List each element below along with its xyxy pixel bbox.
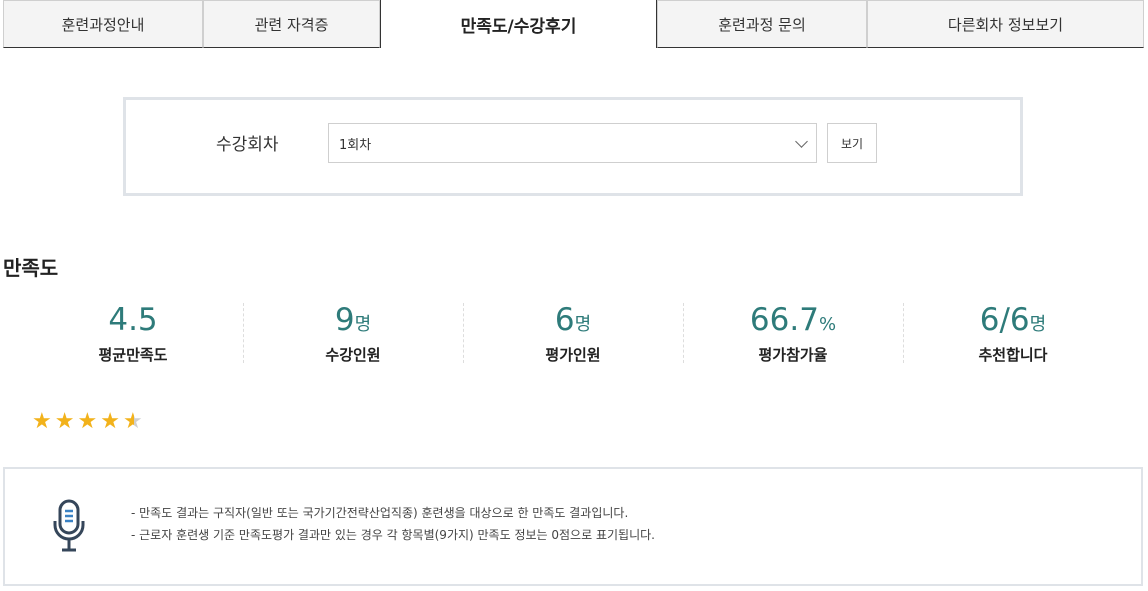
session-filter-label: 수강회차 bbox=[216, 135, 279, 155]
tab-satisfaction-reviews[interactable]: 만족도/수강후기 bbox=[380, 0, 657, 48]
section-title: 만족도 bbox=[3, 256, 59, 280]
stat-value: 4.5 bbox=[108, 302, 158, 338]
stat-unit: 명 bbox=[1029, 314, 1047, 335]
stat-participation-rate: 66.7% 평가참가율 bbox=[683, 300, 903, 370]
session-select[interactable]: 1회차 bbox=[328, 123, 817, 163]
star-full-icon: ★ bbox=[32, 409, 52, 434]
notice-line: - 근로자 훈련생 기준 만족도평가 결과만 있는 경우 각 항목별(9가지) … bbox=[131, 528, 655, 542]
star-half-icon: ★ bbox=[122, 409, 143, 434]
notice-text: - 만족도 결과는 구직자(일반 또는 국가기간전략산업직종) 훈련생을 대상으… bbox=[131, 502, 655, 546]
stat-value: 9 bbox=[334, 302, 355, 338]
tab-course-inquiry[interactable]: 훈련과정 문의 bbox=[657, 0, 867, 48]
star-rating: ★ ★ ★ ★ ★ bbox=[32, 411, 143, 433]
chevron-down-icon bbox=[795, 135, 808, 148]
stat-unit: 명 bbox=[354, 314, 372, 335]
session-filter-panel: 수강회차 1회차 보기 bbox=[123, 97, 1023, 196]
view-button[interactable]: 보기 bbox=[827, 123, 877, 163]
session-select-value: 1회차 bbox=[339, 137, 372, 153]
stat-unit: % bbox=[818, 314, 837, 335]
star-full-icon: ★ bbox=[100, 409, 120, 434]
stat-label: 추천합니다 bbox=[978, 346, 1048, 364]
microphone-icon bbox=[53, 499, 85, 552]
stat-label: 평가참가율 bbox=[758, 346, 828, 364]
notice-box: - 만족도 결과는 구직자(일반 또는 국가기간전략산업직종) 훈련생을 대상으… bbox=[3, 467, 1143, 586]
stat-value: 6/6 bbox=[979, 302, 1030, 338]
stat-value: 6 bbox=[554, 302, 575, 338]
tab-related-certificates[interactable]: 관련 자격증 bbox=[203, 0, 380, 48]
tab-bar: 훈련과정안내 관련 자격증 만족도/수강후기 훈련과정 문의 다른회차 정보보기 bbox=[3, 0, 1144, 48]
stat-label: 수강인원 bbox=[325, 346, 381, 364]
star-full-icon: ★ bbox=[77, 409, 98, 434]
stat-label: 평가인원 bbox=[545, 346, 601, 364]
tab-course-info[interactable]: 훈련과정안내 bbox=[3, 0, 203, 48]
star-full-icon: ★ bbox=[54, 409, 75, 434]
stat-value: 66.7 bbox=[749, 302, 819, 338]
stat-average-satisfaction: 4.5 평균만족도 bbox=[23, 300, 243, 370]
satisfaction-stats: 4.5 평균만족도 9명 수강인원 6명 평가인원 66.7% 평가참가율 6/… bbox=[23, 300, 1135, 370]
stat-evaluators: 6명 평가인원 bbox=[463, 300, 683, 370]
notice-line: - 만족도 결과는 구직자(일반 또는 국가기간전략산업직종) 훈련생을 대상으… bbox=[131, 506, 629, 520]
tab-other-session-info[interactable]: 다른회차 정보보기 bbox=[867, 0, 1144, 48]
stat-label: 평균만족도 bbox=[98, 346, 168, 364]
stat-enrolled: 9명 수강인원 bbox=[243, 300, 463, 370]
stat-unit: 명 bbox=[574, 314, 592, 335]
stat-recommend: 6/6명 추천합니다 bbox=[903, 300, 1123, 370]
